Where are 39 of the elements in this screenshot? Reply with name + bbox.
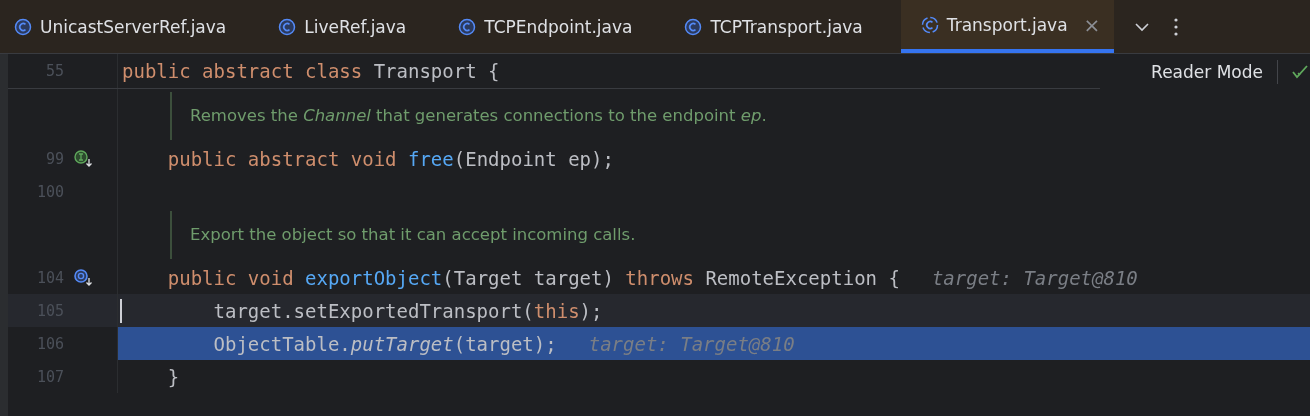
overridden-marker-icon[interactable] (74, 268, 94, 287)
close-icon[interactable]: × (1083, 12, 1101, 37)
text-caret (120, 299, 122, 323)
inlay-hint: target: Target@810 (588, 332, 795, 355)
check-icon (1292, 65, 1308, 79)
reader-mode-button[interactable]: Reader Mode (1151, 62, 1263, 82)
editor-tab[interactable]: Transport.java × (900, 0, 1115, 53)
keyword: public void (166, 266, 295, 289)
class-icon (14, 17, 32, 36)
code-text: Transport { (373, 60, 500, 82)
class-icon (920, 15, 939, 34)
class-icon (458, 17, 477, 36)
doc-comment: Removes the Channel that generates connections to the endpoint ep. (170, 91, 767, 140)
editor-tab[interactable]: UnicastServerRef.java (14, 0, 249, 53)
code-text: RemoteException { (704, 266, 900, 289)
code-text: ); (579, 299, 603, 322)
code-text: ObjectTable. (212, 332, 351, 355)
method-name: putTarget (350, 332, 454, 355)
keyword: public abstract void (166, 147, 398, 170)
editor-tab[interactable]: TCPEndpoint.java (458, 0, 655, 53)
code-text: (Target target) (442, 266, 615, 289)
class-icon (684, 17, 703, 36)
code-text: (Endpoint ep); (453, 147, 614, 170)
keyword: public abstract class (122, 60, 364, 82)
implemented-marker-icon[interactable] (74, 149, 94, 168)
keyword: throws (625, 266, 694, 289)
chevron-down-icon[interactable] (1134, 21, 1151, 32)
code-text: target.setExportedTransport( (212, 299, 534, 322)
more-icon[interactable] (1174, 17, 1179, 36)
doc-comment: Export the object so that it can accept incoming calls. (170, 210, 636, 259)
editor-tab[interactable]: TCPTransport.java (684, 0, 885, 53)
inlay-hint: target: Target@810 (931, 266, 1138, 289)
code-text: (target); (453, 332, 557, 355)
code-text: } (166, 365, 180, 388)
method-name: free (408, 147, 454, 170)
class-icon (278, 17, 297, 36)
method-name: exportObject (305, 266, 443, 289)
editor-tab[interactable]: LiveRef.java (278, 0, 429, 53)
keyword: this (533, 299, 580, 322)
